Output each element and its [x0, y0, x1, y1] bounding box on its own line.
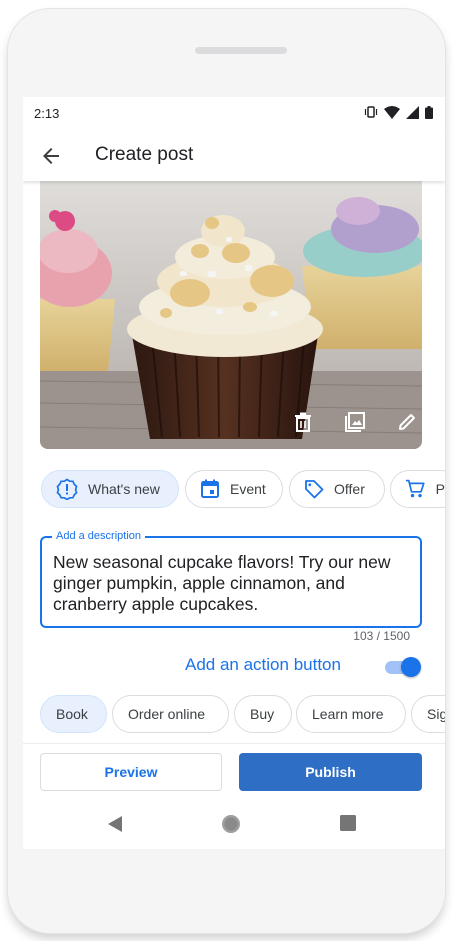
system-nav-bar [23, 801, 445, 849]
character-counter: 103 / 1500 [353, 629, 410, 643]
signal-icon [406, 105, 419, 119]
chip-sign-up[interactable]: Sig [411, 695, 445, 733]
chip-label: P [435, 481, 445, 497]
gallery-icon [345, 412, 365, 432]
delete-icon [295, 412, 311, 432]
action-button-label[interactable]: Add an action button [185, 655, 341, 675]
alert-circle-icon [56, 478, 78, 500]
battery-icon [425, 105, 433, 119]
tag-icon [305, 480, 324, 499]
home-circle-icon[interactable] [221, 814, 241, 834]
chip-label: Buy [250, 706, 275, 722]
phone-speaker [195, 47, 287, 54]
description-field[interactable]: Add a description New seasonal cupcake f… [40, 530, 422, 628]
chip-book[interactable]: Book [40, 695, 107, 733]
chip-offer[interactable]: Offer [289, 470, 385, 508]
chip-label: Sig [427, 706, 445, 722]
status-bar: 2:13 [23, 97, 445, 129]
edit-icon [399, 414, 415, 430]
page-title: Create post [95, 144, 194, 165]
arrow-back-icon[interactable] [39, 144, 63, 168]
photo-actions [277, 409, 433, 435]
vibrate-icon [364, 106, 378, 118]
cart-icon [405, 479, 425, 498]
delete-photo-button[interactable] [277, 409, 329, 435]
chip-learn-more[interactable]: Learn more [296, 695, 406, 733]
wifi-icon [384, 105, 400, 119]
description-label: Add a description [52, 530, 145, 542]
divider [23, 743, 445, 744]
app-bar: Create post [23, 131, 445, 181]
chip-order-online[interactable]: Order online [112, 695, 229, 733]
status-icons [364, 105, 433, 119]
calendar-icon [201, 479, 219, 498]
description-text[interactable]: New seasonal cupcake flavors! Try our ne… [53, 552, 413, 615]
app-screen: 2:13 Create post What's new Event Offer … [23, 97, 445, 849]
chip-product[interactable]: P [390, 470, 445, 508]
chip-label: Learn more [312, 706, 384, 722]
status-time: 2:13 [34, 106, 60, 121]
edit-photo-button[interactable] [381, 409, 433, 435]
chip-label: Order online [128, 706, 206, 722]
toggle-thumb [401, 657, 421, 677]
action-button-toggle[interactable] [385, 657, 421, 677]
publish-button[interactable]: Publish [239, 753, 422, 791]
chip-label: What's new [88, 481, 160, 497]
recents-square-icon[interactable] [340, 815, 356, 831]
chip-event[interactable]: Event [185, 470, 283, 508]
chip-whats-new[interactable]: What's new [41, 470, 179, 508]
chip-label: Offer [334, 481, 365, 497]
chip-buy[interactable]: Buy [234, 695, 292, 733]
back-triangle-icon[interactable] [107, 815, 123, 833]
chip-label: Event [230, 481, 266, 497]
preview-button[interactable]: Preview [40, 753, 222, 791]
replace-photo-button[interactable] [329, 409, 381, 435]
chip-label: Book [56, 706, 88, 722]
